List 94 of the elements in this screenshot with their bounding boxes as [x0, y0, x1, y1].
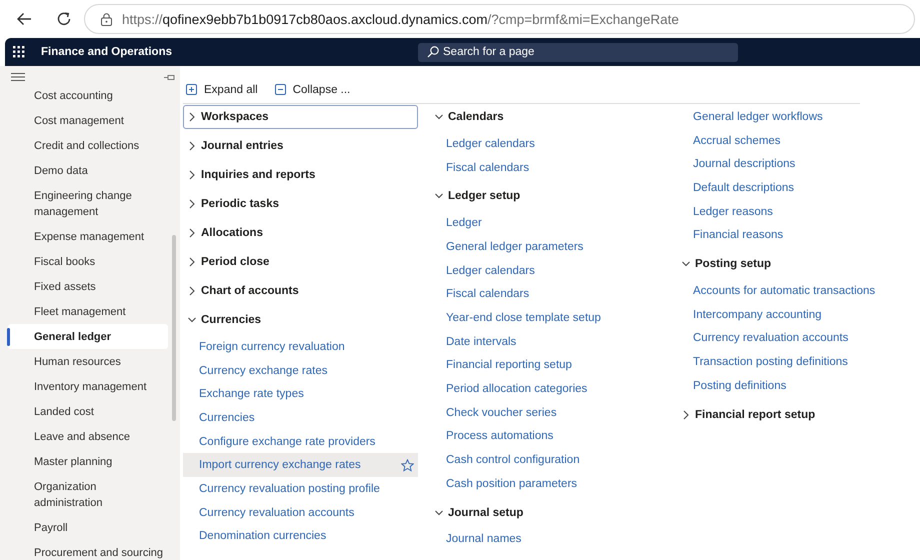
menu-link[interactable]: Currency revaluation accounts [677, 326, 912, 350]
menu-link[interactable]: Cash position parameters [430, 472, 665, 496]
menu-link[interactable]: Journal descriptions [677, 152, 912, 176]
section-header[interactable]: Periodic tasks [183, 192, 418, 216]
url-text: https://qofinex9ebb7b1b0917cb80aos.axcloud.dynamics.com/?cmp=brmf&mi=ExchangeRate [122, 12, 679, 26]
nav-item[interactable]: Credit and collections [8, 133, 168, 158]
chevron-down-icon [188, 315, 196, 325]
chevron-right-icon [188, 286, 196, 296]
menu-link[interactable]: Period allocation categories [430, 377, 665, 401]
section-header[interactable]: Period close [183, 250, 418, 274]
menu-icon[interactable] [11, 73, 25, 81]
menu-link[interactable]: Transaction posting definitions [677, 350, 912, 374]
chevron-right-icon [188, 141, 196, 151]
section-header[interactable]: Inquiries and reports [183, 163, 418, 187]
menu-link[interactable]: Accounts for automatic transactions [677, 279, 912, 303]
nav-item[interactable]: Cost management [8, 108, 168, 133]
nav-item[interactable]: Cost accounting [8, 83, 168, 108]
menu-link[interactable]: Currency exchange rates [183, 358, 418, 382]
nav-item[interactable]: Payroll [8, 515, 168, 540]
toolbar-button[interactable]: Expand all [183, 84, 258, 96]
menu-link[interactable]: Default descriptions [677, 176, 912, 200]
section-header[interactable]: Currencies [183, 308, 418, 332]
menu-link[interactable]: Check voucher series [430, 400, 665, 425]
section-header[interactable]: Posting setup [677, 252, 912, 276]
menu-link[interactable]: Accrual schemes [677, 128, 912, 152]
chevron-right-icon [188, 170, 196, 180]
menu-link[interactable]: Ledger calendars [430, 132, 665, 156]
section-header[interactable]: Journal setup [430, 500, 665, 525]
scrollbar-thumb[interactable] [172, 235, 176, 421]
menu-link[interactable]: Configure exchange rate providers [183, 430, 418, 454]
back-icon[interactable] [16, 11, 32, 27]
section-header[interactable]: Ledger setup [430, 184, 665, 208]
nav-item[interactable]: Expense management [8, 224, 168, 249]
section-header[interactable]: Financial report setup [677, 402, 912, 427]
menu-link[interactable]: Ledger calendars [430, 258, 665, 282]
chevron-right-icon [188, 228, 196, 238]
menu-link[interactable]: Import currency exchange rates [183, 453, 418, 478]
chevron-down-icon [435, 112, 443, 122]
nav-item[interactable]: Fleet management [8, 299, 168, 324]
chevron-right-icon [188, 112, 196, 122]
menu-link[interactable]: Currency revaluation accounts [183, 500, 418, 524]
section-header[interactable]: Calendars [430, 105, 665, 129]
menu-link[interactable]: Cash control configuration [430, 448, 665, 472]
menu-link[interactable]: Posting definitions [677, 374, 912, 398]
nav-item[interactable]: Engineering change management [8, 183, 168, 224]
plus-box-icon [186, 84, 197, 95]
menu-link[interactable]: Exchange rate types [183, 382, 418, 406]
section-header[interactable]: Chart of accounts [183, 279, 418, 303]
menu-link[interactable]: Financial reporting setup [430, 354, 665, 378]
section-header[interactable]: Journal entries [183, 134, 418, 158]
nav-item[interactable]: Leave and absence [8, 424, 168, 449]
nav-item[interactable]: Demo data [8, 158, 168, 183]
menu-link[interactable]: Fiscal calendars [430, 156, 665, 180]
toolbar-button[interactable]: Collapse ... [272, 84, 350, 96]
nav-item[interactable]: Procurement and sourcing [8, 540, 168, 560]
menu-link[interactable]: Denomination currencies [183, 524, 418, 548]
menu-link[interactable]: Intercompany accounting [677, 302, 912, 326]
nav-item[interactable]: Fixed assets [8, 274, 168, 299]
menu-link[interactable]: Currencies [183, 406, 418, 430]
menu-link[interactable]: Journal names [430, 528, 665, 552]
nav-item[interactable]: Fiscal books [8, 249, 168, 274]
section-header[interactable]: Allocations [183, 221, 418, 245]
minus-box-icon [274, 84, 286, 95]
chevron-down-icon [435, 508, 443, 518]
nav-item[interactable]: Inventory management [8, 374, 168, 399]
menu-link[interactable]: Fiscal calendars [430, 282, 665, 306]
menu-link[interactable]: Process automations [430, 424, 665, 448]
address-bar[interactable]: https://qofinex9ebb7b1b0917cb80aos.axcloud.dynamics.com/?cmp=brmf&mi=ExchangeRate [84, 4, 915, 34]
nav-item[interactable]: Master planning [8, 449, 168, 474]
menu-link[interactable]: Date intervals [430, 330, 665, 354]
chevron-right-icon [682, 410, 690, 420]
nav-item[interactable]: Human resources [8, 349, 168, 374]
star-icon[interactable] [401, 458, 414, 472]
chevron-right-icon [188, 257, 196, 267]
nav-item[interactable]: Organization administration [8, 474, 168, 515]
chevron-right-icon [188, 199, 196, 209]
section-header[interactable]: Workspaces [183, 105, 418, 129]
menu-link[interactable]: General ledger parameters [430, 235, 665, 259]
menu-link[interactable]: General ledger workflows [677, 105, 912, 129]
menu-link[interactable]: Foreign currency revaluation [183, 335, 418, 359]
lock-icon [101, 12, 112, 26]
nav-item[interactable]: General ledger [8, 324, 168, 349]
nav-item[interactable]: Landed cost [8, 399, 168, 424]
menu-link[interactable]: Financial reasons [677, 223, 912, 248]
menu-link[interactable]: Currency revaluation posting profile [183, 477, 418, 501]
menu-link[interactable]: Ledger [430, 211, 665, 236]
search-field[interactable]: Search for a page [418, 42, 738, 62]
search-icon [427, 46, 439, 58]
app-title: Finance and Operations [41, 46, 173, 58]
menu-link[interactable]: Ledger reasons [677, 200, 912, 224]
refresh-icon[interactable] [56, 11, 72, 27]
app-launcher-icon[interactable] [13, 46, 25, 58]
menu-link[interactable]: Year-end close template setup [430, 306, 665, 330]
pin-icon[interactable] [164, 74, 175, 81]
